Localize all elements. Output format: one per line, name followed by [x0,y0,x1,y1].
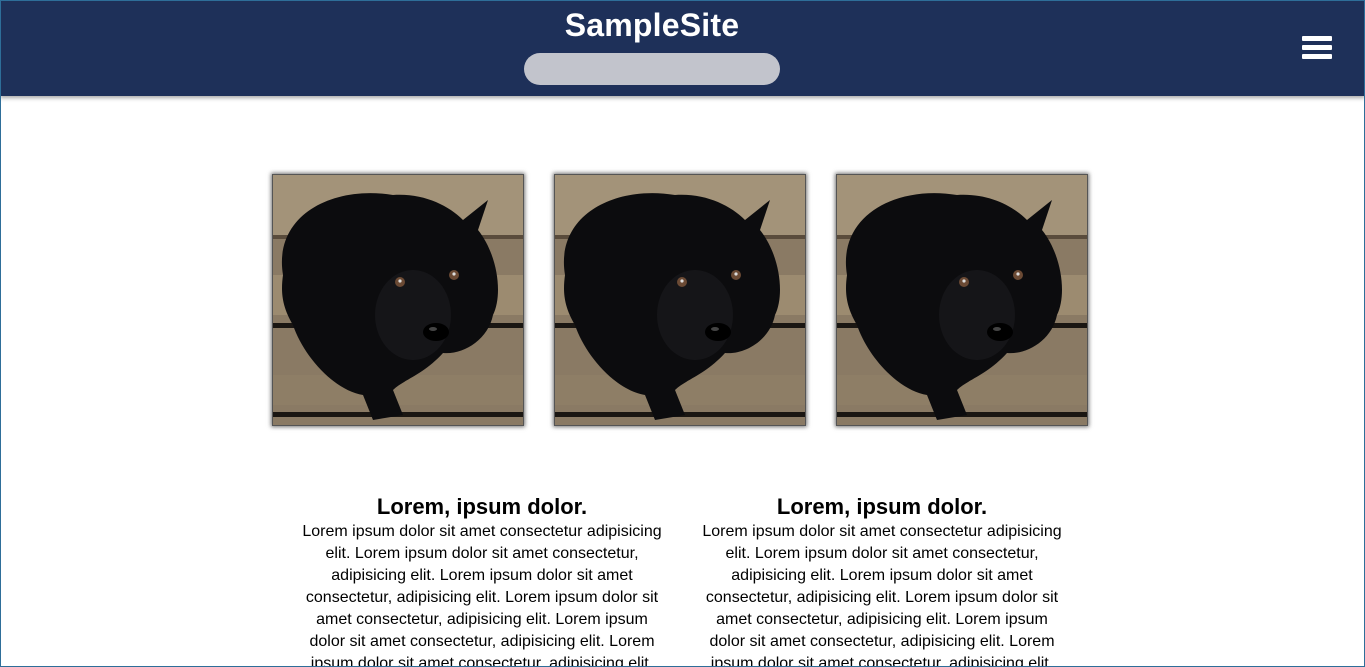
article-heading: Lorem, ipsum dolor. [376,494,588,519]
gallery-image[interactable] [272,174,524,426]
hamburger-menu-icon[interactable] [1302,34,1332,62]
article-card: Lorem, ipsum dolor. Lorem ipsum dolor si… [297,493,667,667]
black-puppy-photo [273,175,523,425]
article-card: Lorem, ipsum dolor. Lorem ipsum dolor si… [697,493,1067,667]
article-body: Lorem ipsum dolor sit amet consectetur a… [302,523,662,667]
article-heading: Lorem, ipsum dolor. [776,494,988,519]
black-puppy-photo [837,175,1087,425]
black-puppy-photo [555,175,805,425]
article-list: Lorem, ipsum dolor. Lorem ipsum dolor si… [297,493,1067,667]
search-input[interactable] [524,53,780,85]
image-gallery [272,174,1088,426]
gallery-image[interactable] [554,174,806,426]
site-title[interactable]: SampleSite [0,7,1304,44]
article-body: Lorem ipsum dolor sit amet consectetur a… [702,523,1062,667]
site-header: SampleSite [0,0,1365,96]
gallery-image[interactable] [836,174,1088,426]
